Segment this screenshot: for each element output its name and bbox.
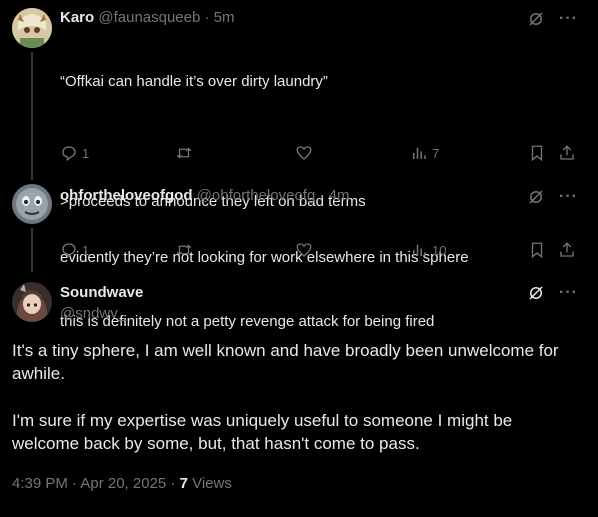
views-count: 10 xyxy=(432,242,447,258)
display-name[interactable]: ohfortheloveofgod xyxy=(60,187,192,204)
tweet-karo[interactable]: Karo @faunasqueeb · 5m ··· “Offkai can h… xyxy=(0,0,598,330)
analytics-icon xyxy=(413,147,426,159)
views-count: 7 xyxy=(179,475,188,492)
analytics-icon xyxy=(413,244,426,256)
share-button[interactable] xyxy=(558,143,576,163)
tweet-line: “Offkai can handle it’s over dirty laund… xyxy=(60,73,328,90)
tweet-header: Karo @faunasqueeb · 5m xyxy=(60,8,235,28)
tweet-header: ohfortheloveofgod @ohfortheloveofg · 4m xyxy=(60,186,349,206)
reply-icon xyxy=(62,146,76,162)
bookmark-icon xyxy=(531,242,543,259)
retweet-button[interactable] xyxy=(175,240,193,260)
share-icon xyxy=(560,145,574,160)
views-button[interactable]: 10 xyxy=(410,240,446,260)
views-count: 7 xyxy=(432,145,440,161)
avatar[interactable] xyxy=(12,282,52,322)
heart-icon xyxy=(296,146,312,160)
bookmark-button[interactable] xyxy=(528,143,546,163)
reply-button[interactable]: 1 xyxy=(60,240,89,260)
like-button[interactable] xyxy=(295,143,313,163)
tweet-top-actions: ··· xyxy=(527,10,578,28)
timestamp[interactable]: 5m xyxy=(214,9,235,26)
more-icon[interactable]: ··· xyxy=(559,11,578,27)
main-tweet-paragraph: I'm sure if my expertise was uniquely us… xyxy=(12,411,513,453)
retweet-button[interactable] xyxy=(175,143,193,163)
retweet-icon xyxy=(176,147,192,159)
separator-dot: · xyxy=(315,187,329,204)
tweet-top-actions: ··· xyxy=(527,284,578,302)
action-bar: 1 7 xyxy=(60,143,580,163)
reply-count: 1 xyxy=(82,242,90,258)
tweet-ohfortheloveofgod[interactable]: ohfortheloveofgod @ohfortheloveofg · 4m … xyxy=(0,180,598,272)
separator-dot: · xyxy=(200,9,214,26)
grok-icon[interactable] xyxy=(527,10,545,28)
tweet-main-soundwave: Soundwave @sndwv_ ··· It's a tiny sphere… xyxy=(0,272,598,517)
display-name[interactable]: Karo xyxy=(60,9,94,26)
views-label: Views xyxy=(187,475,232,492)
reply-icon xyxy=(62,243,76,259)
more-icon[interactable]: ··· xyxy=(559,189,578,205)
share-icon xyxy=(560,242,574,257)
reply-button[interactable]: 1 xyxy=(60,143,89,163)
grok-icon[interactable] xyxy=(527,188,545,206)
reply-count: 1 xyxy=(82,145,90,161)
post-timestamp[interactable]: 4:39 PM · Apr 20, 2025 · xyxy=(12,475,180,492)
display-name[interactable]: Soundwave xyxy=(60,284,143,301)
avatar[interactable] xyxy=(12,8,52,48)
main-tweet-paragraph: It's a tiny sphere, I am well known and … xyxy=(12,341,559,383)
timestamp[interactable]: 4m xyxy=(329,187,350,204)
grok-icon[interactable] xyxy=(527,284,545,302)
handle[interactable]: @faunasqueeb xyxy=(98,9,200,26)
action-bar: 1 10 xyxy=(60,240,580,260)
tweet-meta: 4:39 PM · Apr 20, 2025 · 7 Views xyxy=(12,475,232,492)
bookmark-button[interactable] xyxy=(528,240,546,260)
handle[interactable]: @ohfortheloveofg xyxy=(197,187,316,204)
views-button[interactable]: 7 xyxy=(410,143,439,163)
retweet-icon xyxy=(176,244,192,256)
heart-icon xyxy=(296,243,312,257)
handle[interactable]: @sndwv_ xyxy=(60,305,126,322)
like-button[interactable] xyxy=(295,240,313,260)
avatar[interactable] xyxy=(12,184,52,224)
more-icon[interactable]: ··· xyxy=(559,285,578,301)
tweet-top-actions: ··· xyxy=(527,188,578,206)
share-button[interactable] xyxy=(558,240,576,260)
bookmark-icon xyxy=(531,145,543,162)
